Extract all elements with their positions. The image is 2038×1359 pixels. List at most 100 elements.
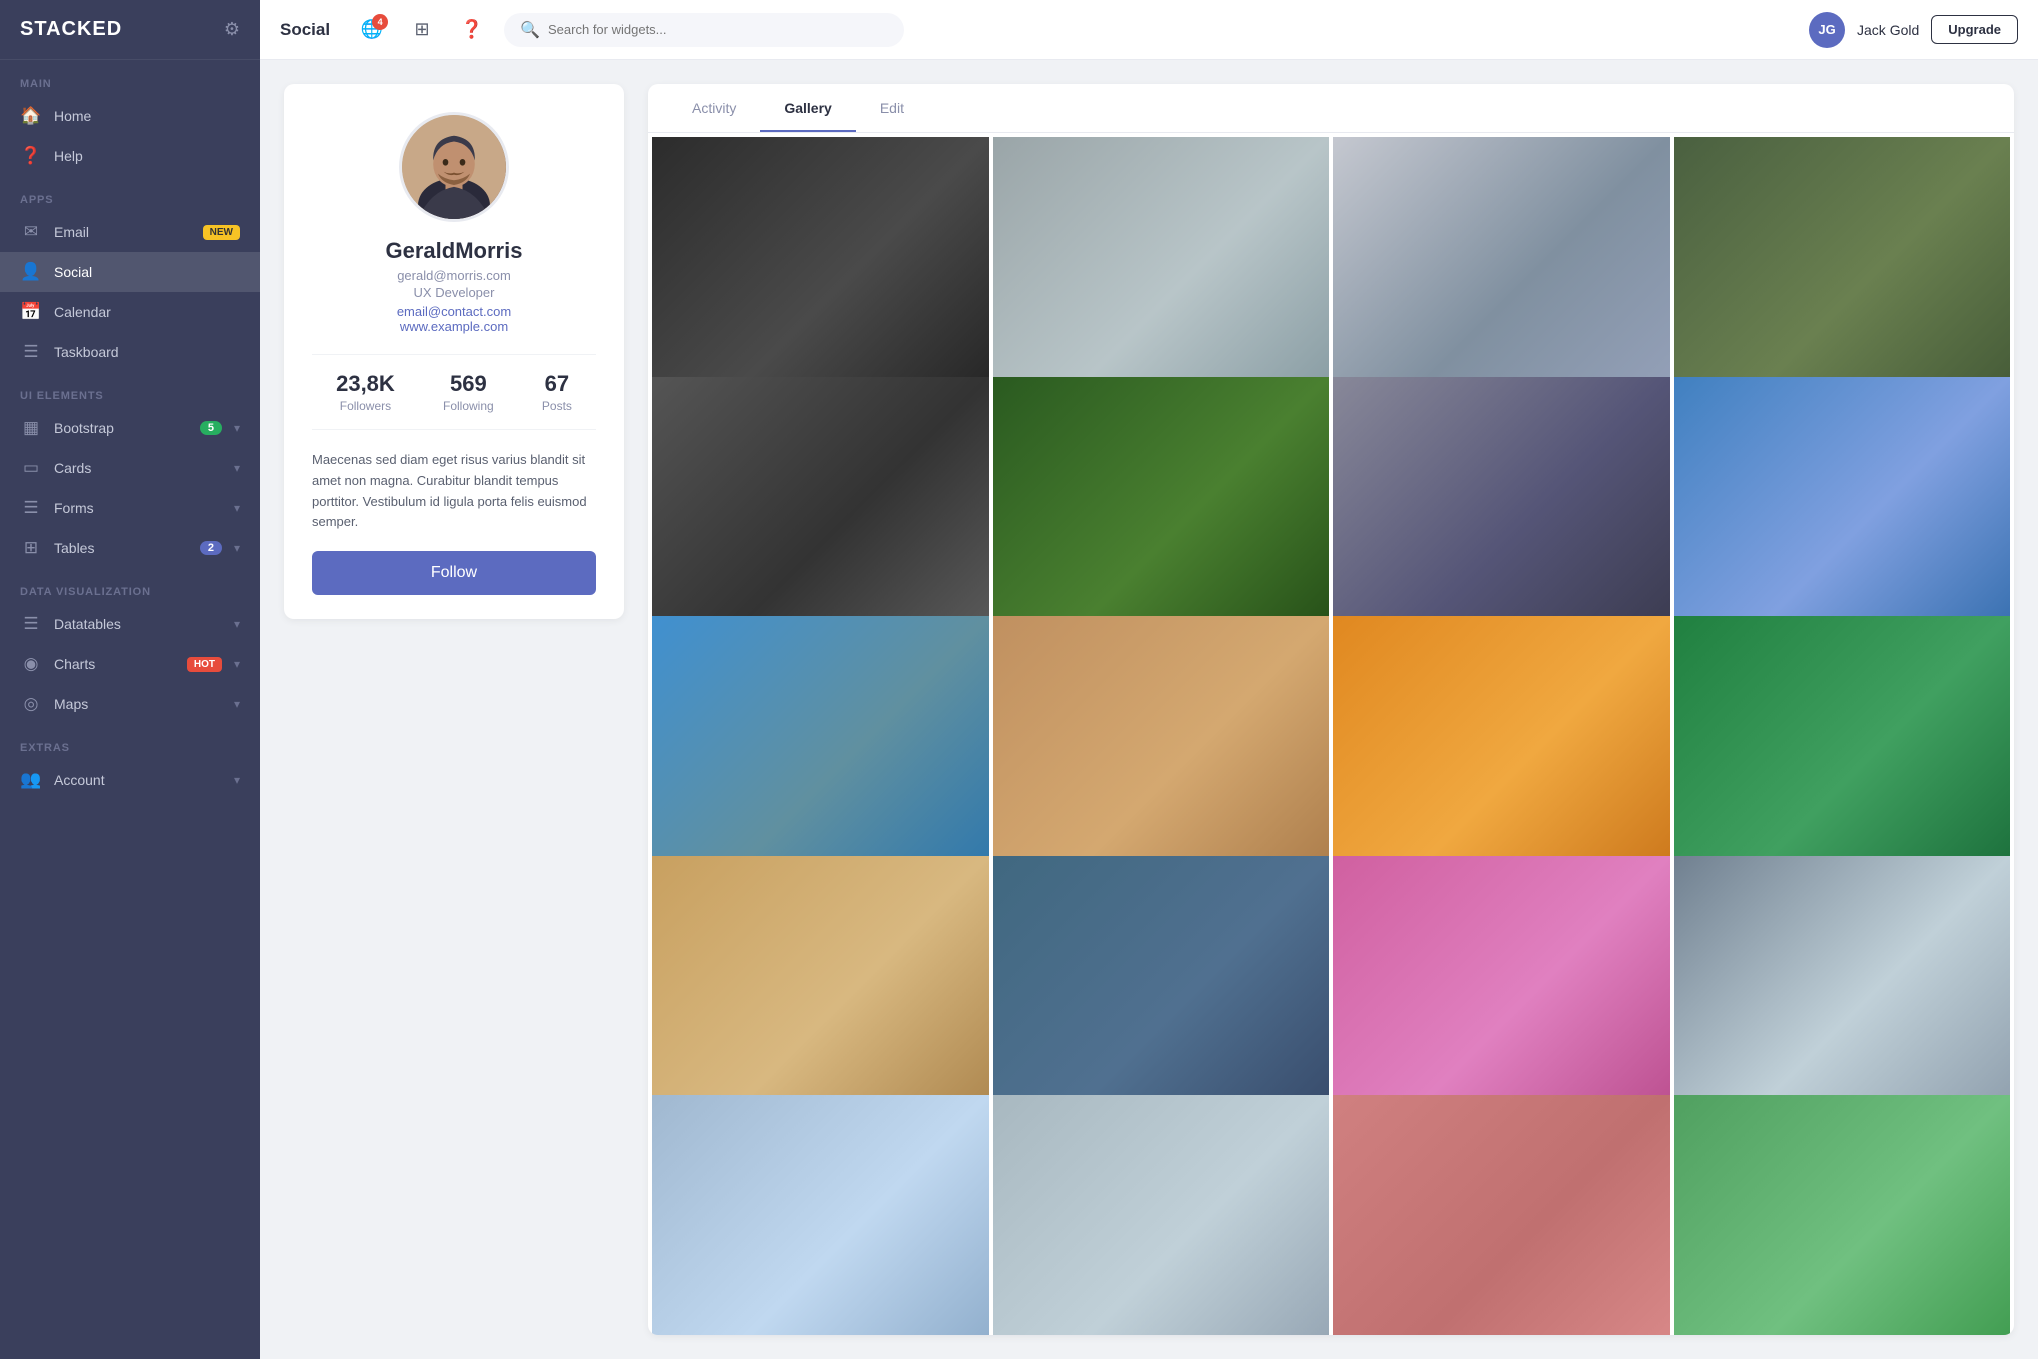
section-ui-label: UI Elements <box>0 372 260 408</box>
followers-label: Followers <box>336 399 395 413</box>
globe-button[interactable]: 🌐 4 <box>354 12 390 48</box>
sidebar-item-taskboard-label: Taskboard <box>54 344 240 360</box>
charts-chevron-icon: ▾ <box>234 657 240 671</box>
gallery-tile[interactable]: 20 Tile image 20 <box>1674 1095 2011 1335</box>
datatables-icon: ☰ <box>20 614 42 634</box>
bootstrap-icon: ▦ <box>20 418 42 438</box>
profile-website[interactable]: www.example.com <box>312 319 596 334</box>
help-icon: ❓ <box>20 146 42 166</box>
topbar: Social 🌐 4 ⊞ ❓ 🔍 JG Jack Gold Upgrade <box>260 0 2038 60</box>
home-icon: 🏠 <box>20 106 42 126</box>
sidebar-item-account-label: Account <box>54 772 222 788</box>
help-button[interactable]: ❓ <box>454 12 490 48</box>
sidebar-item-social[interactable]: 👤 Social <box>0 252 260 292</box>
sidebar-item-help-label: Help <box>54 148 240 164</box>
sidebar-item-email-label: Email <box>54 224 191 240</box>
main-area: Social 🌐 4 ⊞ ❓ 🔍 JG Jack Gold Upgrade <box>260 0 2038 1359</box>
sidebar-item-charts-label: Charts <box>54 656 175 672</box>
settings-icon[interactable]: ⚙ <box>224 19 240 40</box>
bootstrap-badge: 5 <box>200 421 222 435</box>
section-apps-label: Apps <box>0 176 260 212</box>
sidebar-item-tables-label: Tables <box>54 540 188 556</box>
following-label: Following <box>443 399 494 413</box>
sidebar-item-forms-label: Forms <box>54 500 222 516</box>
posts-label: Posts <box>542 399 572 413</box>
sidebar-item-cards-label: Cards <box>54 460 222 476</box>
gallery-grid: 1 Tile image 1 2 Tile image 2 3 Tile ima… <box>648 133 2014 1335</box>
upgrade-button[interactable]: Upgrade <box>1931 15 2018 44</box>
grid-button[interactable]: ⊞ <box>404 12 440 48</box>
profile-email: gerald@morris.com <box>312 268 596 283</box>
search-input[interactable] <box>548 22 888 37</box>
sidebar-item-forms[interactable]: ☰ Forms ▾ <box>0 488 260 528</box>
page-title: Social <box>280 20 330 40</box>
cards-icon: ▭ <box>20 458 42 478</box>
sidebar: STACKED ⚙ Main 🏠 Home ❓ Help Apps ✉ Emai… <box>0 0 260 1359</box>
email-icon: ✉ <box>20 222 42 242</box>
followers-stat: 23,8K Followers <box>336 371 395 413</box>
maps-icon: ◎ <box>20 694 42 714</box>
topbar-right: JG Jack Gold Upgrade <box>1809 12 2018 48</box>
sidebar-item-calendar[interactable]: 📅 Calendar <box>0 292 260 332</box>
sidebar-item-charts[interactable]: ◉ Charts HOT ▾ <box>0 644 260 684</box>
sidebar-item-home[interactable]: 🏠 Home <box>0 96 260 136</box>
email-new-badge: NEW <box>203 225 240 240</box>
sidebar-item-cards[interactable]: ▭ Cards ▾ <box>0 448 260 488</box>
username: Jack Gold <box>1857 22 1919 38</box>
forms-chevron-icon: ▾ <box>234 501 240 515</box>
profile-stats: 23,8K Followers 569 Following 67 Posts <box>312 354 596 430</box>
profile-name: GeraldMorris <box>312 238 596 264</box>
sidebar-item-tables[interactable]: ⊞ Tables 2 ▾ <box>0 528 260 568</box>
gallery-tabs: Activity Gallery Edit <box>648 84 2014 133</box>
bootstrap-chevron-icon: ▾ <box>234 421 240 435</box>
social-icon: 👤 <box>20 262 42 282</box>
avatar: JG <box>1809 12 1845 48</box>
tab-activity[interactable]: Activity <box>668 84 760 132</box>
profile-bio: Maecenas sed diam eget risus varius blan… <box>312 450 596 533</box>
follow-button[interactable]: Follow <box>312 551 596 595</box>
sidebar-item-maps[interactable]: ◎ Maps ▾ <box>0 684 260 724</box>
cards-chevron-icon: ▾ <box>234 461 240 475</box>
calendar-icon: 📅 <box>20 302 42 322</box>
app-name: STACKED <box>20 18 122 41</box>
maps-chevron-icon: ▾ <box>234 697 240 711</box>
sidebar-item-help[interactable]: ❓ Help <box>0 136 260 176</box>
sidebar-item-account[interactable]: 👥 Account ▾ <box>0 760 260 800</box>
tab-edit[interactable]: Edit <box>856 84 928 132</box>
sidebar-logo: STACKED ⚙ <box>0 0 260 60</box>
content-area: GeraldMorris gerald@morris.com UX Develo… <box>260 60 2038 1359</box>
forms-icon: ☰ <box>20 498 42 518</box>
sidebar-item-maps-label: Maps <box>54 696 222 712</box>
posts-stat: 67 Posts <box>542 371 572 413</box>
sidebar-item-email[interactable]: ✉ Email NEW <box>0 212 260 252</box>
tables-badge: 2 <box>200 541 222 555</box>
account-chevron-icon: ▾ <box>234 773 240 787</box>
charts-icon: ◉ <box>20 654 42 674</box>
sidebar-item-bootstrap-label: Bootstrap <box>54 420 188 436</box>
gallery-tile[interactable]: 19 Tile image 19 <box>1333 1095 1670 1335</box>
followers-count: 23,8K <box>336 371 395 397</box>
following-count: 569 <box>443 371 494 397</box>
gallery-tile[interactable]: 18 Tile image 18 <box>993 1095 1330 1335</box>
sidebar-item-datatables[interactable]: ☰ Datatables ▾ <box>0 604 260 644</box>
sidebar-item-home-label: Home <box>54 108 240 124</box>
sidebar-item-taskboard[interactable]: ☰ Taskboard <box>0 332 260 372</box>
posts-count: 67 <box>542 371 572 397</box>
gallery-tile[interactable]: 17 Tile image 17 <box>652 1095 989 1335</box>
tab-gallery[interactable]: Gallery <box>760 84 855 132</box>
sidebar-item-calendar-label: Calendar <box>54 304 240 320</box>
search-icon: 🔍 <box>520 20 540 40</box>
sidebar-item-datatables-label: Datatables <box>54 616 222 632</box>
tables-icon: ⊞ <box>20 538 42 558</box>
search-bar: 🔍 <box>504 13 904 47</box>
profile-card: GeraldMorris gerald@morris.com UX Develo… <box>284 84 624 619</box>
section-main-label: Main <box>0 60 260 96</box>
sidebar-item-social-label: Social <box>54 264 240 280</box>
following-stat: 569 Following <box>443 371 494 413</box>
gallery-area: Activity Gallery Edit 1 Tile image 1 2 T… <box>648 84 2014 1335</box>
charts-hot-badge: HOT <box>187 657 222 672</box>
profile-role: UX Developer <box>312 285 596 300</box>
profile-contact-email[interactable]: email@contact.com <box>312 304 596 319</box>
sidebar-item-bootstrap[interactable]: ▦ Bootstrap 5 ▾ <box>0 408 260 448</box>
section-extras-label: Extras <box>0 724 260 760</box>
